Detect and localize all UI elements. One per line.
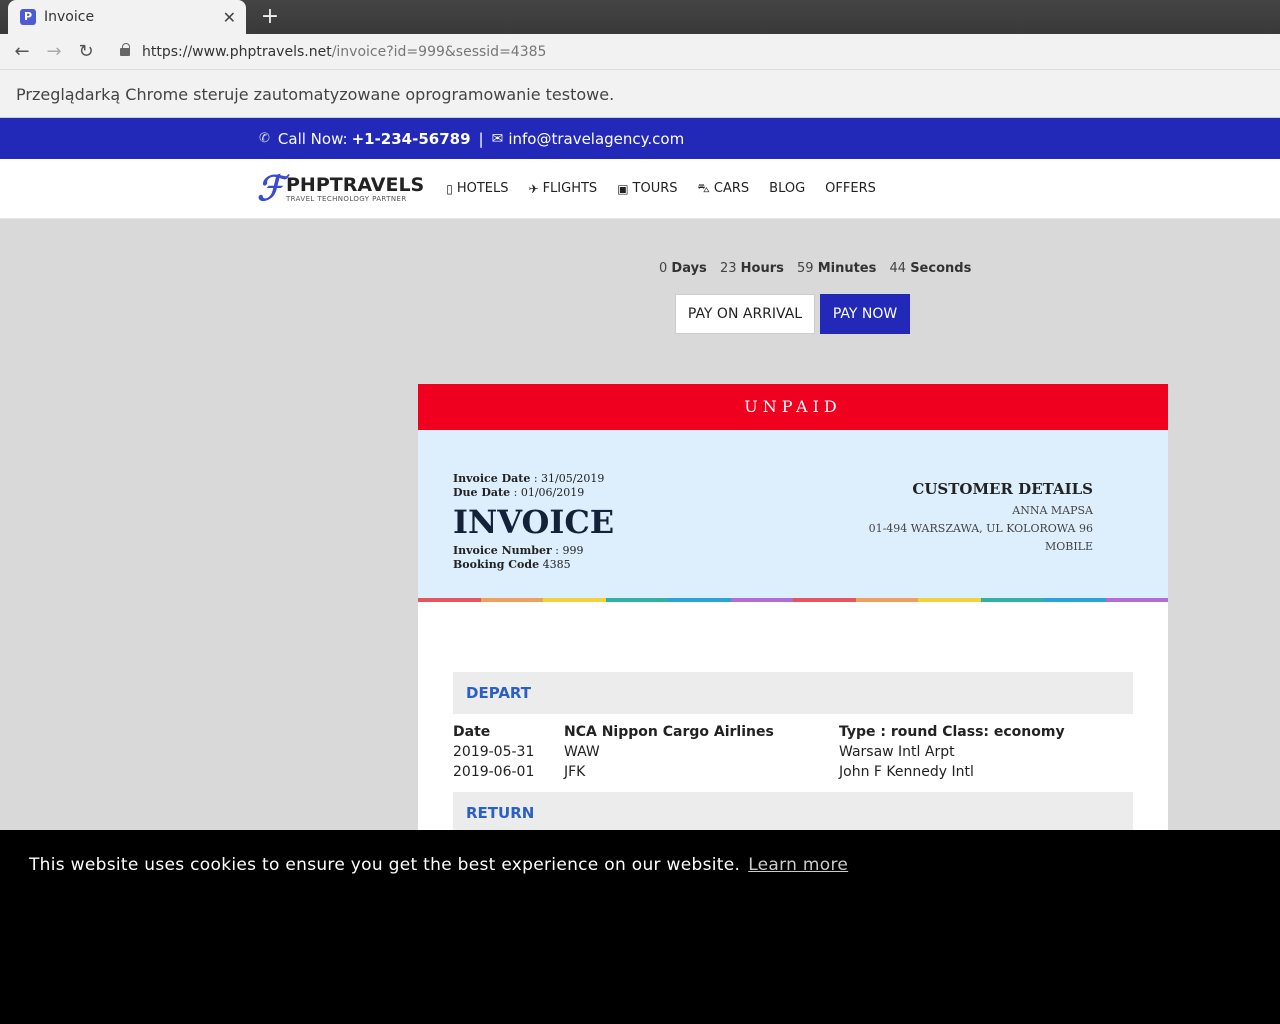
booking-code-label: Booking Code bbox=[453, 558, 540, 571]
airport-name: Warsaw Intl Arpt bbox=[839, 744, 955, 760]
nav-tours-label: TOURS bbox=[632, 181, 678, 196]
countdown-days: 0 bbox=[659, 261, 668, 276]
cookie-banner: This website uses cookies to ensure you … bbox=[0, 830, 1280, 1024]
site-logo[interactable]: ℱ PHPTRAVELS TRAVEL TECHNOLOGY PARTNER bbox=[257, 168, 425, 209]
tab-title: Invoice bbox=[44, 9, 95, 25]
nav-offers[interactable]: OFFERS bbox=[825, 181, 876, 196]
topbar-separator: | bbox=[478, 129, 484, 148]
return-heading: RETURN bbox=[453, 792, 1133, 834]
due-date-label: Due Date bbox=[453, 486, 511, 499]
customer-details: CUSTOMER DETAILS ANNA MAPSA 01-494 WARSZ… bbox=[869, 480, 1093, 556]
browser-tab-strip: P Invoice ✕ + bbox=[0, 0, 1280, 34]
airport-code: WAW bbox=[564, 744, 600, 760]
close-tab-icon[interactable]: ✕ bbox=[223, 8, 236, 27]
building-icon: ▯ bbox=[446, 181, 453, 196]
flight-date: 2019-05-31 bbox=[453, 744, 535, 760]
invoice-number-label: Invoice Number bbox=[453, 544, 552, 557]
flight-header-row: Date NCA Nippon Cargo Airlines Type : ro… bbox=[453, 722, 1133, 742]
invoice-meta: Invoice Date : 31/05/2019 Due Date : 01/… bbox=[453, 472, 614, 572]
plane-icon: ✈ bbox=[528, 181, 539, 196]
nav-flights-label: FLIGHTS bbox=[542, 181, 598, 196]
countdown-seconds: 44 bbox=[889, 261, 907, 276]
airport-code: JFK bbox=[564, 764, 586, 780]
logo-mark-icon: ℱ bbox=[257, 168, 284, 209]
nav-offers-label: OFFERS bbox=[825, 181, 876, 196]
invoice-body: DEPART Date NCA Nippon Cargo Airlines Ty… bbox=[418, 602, 1168, 834]
nav-cars-label: CARS bbox=[713, 181, 750, 196]
customer-name: ANNA MAPSA bbox=[1012, 504, 1093, 517]
countdown-hours-label: Hours bbox=[740, 261, 784, 276]
countdown-days-label: Days bbox=[671, 261, 707, 276]
new-tab-icon[interactable]: + bbox=[258, 5, 282, 29]
depart-heading: DEPART bbox=[453, 672, 1133, 714]
invoice-title: INVOICE bbox=[453, 503, 615, 541]
flight-row: 2019-05-31 WAW Warsaw Intl Arpt bbox=[453, 742, 1133, 762]
countdown-minutes: 59 bbox=[797, 261, 814, 276]
invoice-number: : 999 bbox=[555, 544, 584, 557]
invoice-status-banner: UNPAID bbox=[418, 384, 1168, 430]
airline-name: NCA Nippon Cargo Airlines bbox=[564, 724, 774, 740]
url-path: /invoice?id=999&sessid=4385 bbox=[331, 43, 547, 60]
nav-cars[interactable]: ⛍ CARS bbox=[698, 181, 750, 197]
col-date: Date bbox=[453, 724, 491, 740]
contact-topbar: ✆ Call Now: +1-234-56789 | ✉ info@travel… bbox=[0, 118, 1280, 159]
car-icon: ⛍ bbox=[697, 180, 710, 195]
flight-row: 2019-06-01 JFK John F Kennedy Intl bbox=[453, 762, 1133, 782]
phone-number[interactable]: +1-234-56789 bbox=[352, 130, 471, 148]
nav-hotels-label: HOTELS bbox=[456, 181, 509, 196]
invoice-date-label: Invoice Date bbox=[453, 472, 531, 485]
forward-arrow-icon[interactable]: → bbox=[38, 41, 70, 62]
browser-tab[interactable]: P Invoice ✕ bbox=[8, 0, 246, 34]
logo-tagline: TRAVEL TECHNOLOGY PARTNER bbox=[286, 194, 407, 203]
nav-blog[interactable]: BLOG bbox=[769, 181, 805, 196]
nav-blog-label: BLOG bbox=[769, 181, 806, 196]
trip-type-class: Type : round Class: economy bbox=[839, 724, 1065, 740]
back-arrow-icon[interactable]: ← bbox=[6, 41, 38, 62]
payment-countdown: 0 Days 23 Hours 59 Minutes 44 Seconds bbox=[659, 261, 980, 276]
site-favicon-icon: P bbox=[20, 9, 36, 25]
nav-tours[interactable]: ▣ TOURS bbox=[617, 181, 677, 196]
lock-icon[interactable] bbox=[120, 42, 130, 56]
call-now-label: Call Now: bbox=[277, 129, 348, 148]
automation-infobar: Przeglądarką Chrome steruje zautomatyzow… bbox=[0, 70, 1280, 118]
countdown-hours: 23 bbox=[719, 261, 737, 276]
countdown-seconds-label: Seconds bbox=[910, 261, 972, 276]
phone-icon: ✆ bbox=[259, 131, 270, 146]
main-navbar: ℱ PHPTRAVELS TRAVEL TECHNOLOGY PARTNER ▯… bbox=[0, 159, 1280, 219]
due-date: : 01/06/2019 bbox=[513, 486, 585, 499]
email-link[interactable]: info@travelagency.com bbox=[508, 130, 684, 148]
nav-hotels[interactable]: ▯ HOTELS bbox=[446, 181, 508, 196]
suitcase-icon: ▣ bbox=[617, 181, 629, 196]
browser-toolbar: ← → ↻ https://www.phptravels.net/invoice… bbox=[0, 34, 1280, 70]
customer-address: 01-494 WARSZAWA, UL KOLOROWA 96 bbox=[868, 522, 1093, 535]
customer-details-heading: CUSTOMER DETAILS bbox=[912, 480, 1093, 498]
pay-now-button[interactable]: PAY NOW bbox=[820, 294, 910, 334]
main-menu: ▯ HOTELS ✈ FLIGHTS ▣ TOURS ⛍ CARS BLOG OFFER… bbox=[446, 181, 896, 197]
booking-code: 4385 bbox=[542, 558, 571, 571]
invoice-date: : 31/05/2019 bbox=[533, 472, 605, 485]
pay-on-arrival-button[interactable]: PAY ON ARRIVAL bbox=[675, 294, 815, 334]
airport-name: John F Kennedy Intl bbox=[839, 764, 974, 780]
customer-phone: MOBILE bbox=[1044, 540, 1093, 553]
depart-flight-table: Date NCA Nippon Cargo Airlines Type : ro… bbox=[453, 722, 1133, 782]
reload-icon[interactable]: ↻ bbox=[70, 41, 102, 62]
nav-flights[interactable]: ✈ FLIGHTS bbox=[529, 181, 598, 196]
address-bar[interactable]: https://www.phptravels.net/invoice?id=99… bbox=[142, 44, 546, 60]
flight-date: 2019-06-01 bbox=[453, 764, 535, 780]
envelope-icon: ✉ bbox=[491, 130, 504, 147]
url-host: https://www.phptravels.net bbox=[142, 43, 332, 60]
learn-more-link[interactable]: Learn more bbox=[748, 855, 848, 875]
invoice-header: Invoice Date : 31/05/2019 Due Date : 01/… bbox=[418, 430, 1168, 598]
countdown-minutes-label: Minutes bbox=[817, 261, 877, 276]
logo-name: PHPTRAVELS bbox=[286, 173, 425, 196]
cookie-message: This website uses cookies to ensure you … bbox=[29, 855, 741, 875]
